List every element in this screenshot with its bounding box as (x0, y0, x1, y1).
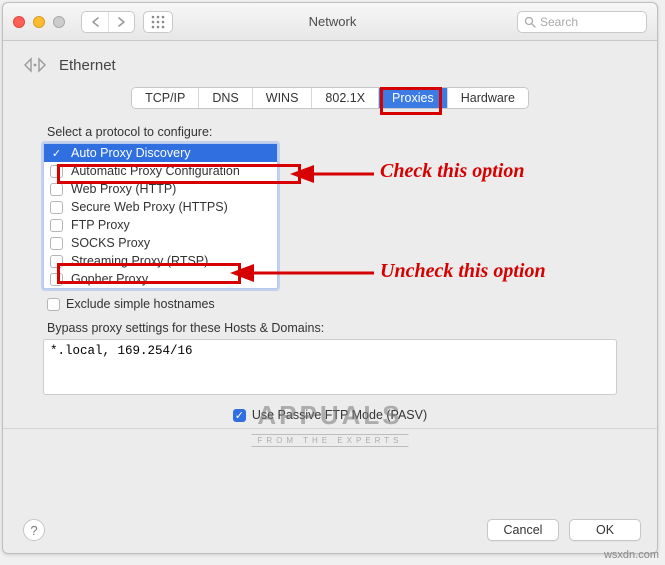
titlebar: Network Search (3, 3, 657, 41)
protocol-ftp[interactable]: FTP Proxy (44, 216, 277, 234)
separator (3, 428, 657, 429)
protocol-list[interactable]: ✓ Auto Proxy Discovery Automatic Proxy C… (43, 143, 278, 289)
tabs-row: TCP/IP DNS WINS 802.1X Proxies Hardware (3, 87, 657, 119)
ethernet-icon (21, 51, 49, 79)
protocol-label: Auto Proxy Discovery (71, 146, 190, 160)
back-button[interactable] (82, 12, 108, 32)
forward-button[interactable] (108, 12, 134, 32)
checkbox-icon[interactable] (50, 273, 63, 286)
tab-dns[interactable]: DNS (199, 88, 252, 108)
close-icon[interactable] (13, 16, 25, 28)
checkbox-icon[interactable] (50, 219, 63, 232)
proxies-panel: Select a protocol to configure: ✓ Auto P… (3, 119, 657, 509)
bypass-label: Bypass proxy settings for these Hosts & … (47, 321, 617, 335)
checkbox-icon[interactable] (50, 201, 63, 214)
protocol-socks[interactable]: SOCKS Proxy (44, 234, 277, 252)
interface-name: Ethernet (59, 57, 116, 74)
protocol-https[interactable]: Secure Web Proxy (HTTPS) (44, 198, 277, 216)
exclude-label: Exclude simple hostnames (66, 297, 215, 311)
checkbox-icon[interactable] (50, 165, 63, 178)
tab-proxies[interactable]: Proxies (379, 88, 448, 108)
image-credit: wsxdn.com (604, 549, 659, 561)
protocol-label: Web Proxy (HTTP) (71, 182, 176, 196)
protocol-section-label: Select a protocol to configure: (47, 125, 617, 139)
protocol-label: SOCKS Proxy (71, 236, 150, 250)
checkbox-icon[interactable] (50, 237, 63, 250)
protocol-label: FTP Proxy (71, 218, 130, 232)
footer: ? Cancel OK (3, 509, 657, 553)
tab-8021x[interactable]: 802.1X (312, 88, 379, 108)
bypass-textarea[interactable] (43, 339, 617, 395)
search-field[interactable]: Search (517, 11, 647, 33)
checkbox-icon[interactable] (50, 183, 63, 196)
window-title: Network (309, 14, 357, 29)
protocol-label: Gopher Proxy (71, 272, 148, 286)
tab-hardware[interactable]: Hardware (448, 88, 528, 108)
interface-header: Ethernet (3, 41, 657, 87)
nav-buttons (81, 11, 135, 33)
protocol-label: Streaming Proxy (RTSP) (71, 254, 208, 268)
protocol-rtsp[interactable]: Streaming Proxy (RTSP) (44, 252, 277, 270)
protocol-auto-config[interactable]: Automatic Proxy Configuration (44, 162, 277, 180)
protocol-label: Secure Web Proxy (HTTPS) (71, 200, 228, 214)
zoom-icon (53, 16, 65, 28)
protocol-auto-discovery[interactable]: ✓ Auto Proxy Discovery (44, 144, 277, 162)
protocol-label: Automatic Proxy Configuration (71, 164, 240, 178)
checkbox-icon[interactable]: ✓ (233, 409, 246, 422)
checkbox-icon[interactable] (47, 298, 60, 311)
preferences-window: Network Search Ethernet TCP/IP DNS WINS … (2, 2, 658, 554)
checkbox-icon[interactable]: ✓ (50, 147, 63, 160)
traffic-lights (13, 16, 65, 28)
tabs: TCP/IP DNS WINS 802.1X Proxies Hardware (131, 87, 529, 109)
show-all-button[interactable] (143, 11, 173, 33)
pasv-label: Use Passive FTP Mode (PASV) (252, 408, 427, 422)
cancel-button[interactable]: Cancel (487, 519, 559, 541)
protocol-gopher[interactable]: Gopher Proxy (44, 270, 277, 288)
tab-tcpip[interactable]: TCP/IP (132, 88, 199, 108)
protocol-http[interactable]: Web Proxy (HTTP) (44, 180, 277, 198)
minimize-icon[interactable] (33, 16, 45, 28)
help-button[interactable]: ? (23, 519, 45, 541)
search-placeholder: Search (540, 15, 578, 29)
ok-button[interactable]: OK (569, 519, 641, 541)
pasv-row[interactable]: ✓ Use Passive FTP Mode (PASV) (43, 408, 617, 422)
exclude-hostnames-row[interactable]: Exclude simple hostnames (47, 297, 617, 311)
search-icon (524, 16, 536, 28)
checkbox-icon[interactable] (50, 255, 63, 268)
tab-wins[interactable]: WINS (253, 88, 313, 108)
